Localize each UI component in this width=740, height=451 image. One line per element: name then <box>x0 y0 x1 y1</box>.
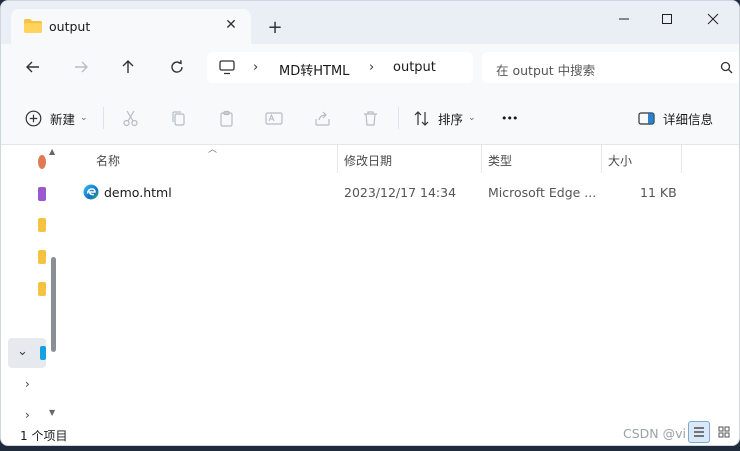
sort-ascending-icon: ︿ <box>208 145 218 155</box>
address-row: › MD转HTML › output 在 output 中搜索 <box>1 44 739 93</box>
refresh-icon <box>171 60 183 73</box>
folder-icon[interactable] <box>38 282 46 296</box>
chevron-right-icon[interactable]: › <box>25 377 30 391</box>
clipboard-icon <box>220 110 233 127</box>
new-tab-button[interactable]: + <box>263 15 287 39</box>
scroll-up-arrow[interactable]: ▲ <box>49 147 55 156</box>
cut-button[interactable] <box>122 106 139 130</box>
arrow-right-icon <box>75 61 88 73</box>
up-button[interactable] <box>113 54 143 80</box>
sort-icon <box>414 110 429 126</box>
refresh-button[interactable] <box>162 54 192 80</box>
divider <box>398 107 399 129</box>
column-header-row: ︿ 名称 修改日期 类型 大小 <box>64 145 739 173</box>
forward-button[interactable] <box>66 54 96 80</box>
column-divider[interactable] <box>601 145 602 173</box>
new-button-label: 新建 <box>50 111 76 127</box>
tab-output[interactable]: output ✕ <box>11 9 251 44</box>
nav-item-icon[interactable] <box>38 155 46 169</box>
folder-icon[interactable] <box>38 218 46 232</box>
sort-button-label: 排序 <box>438 111 464 127</box>
tab-title: output <box>49 19 91 34</box>
maximize-button[interactable] <box>647 6 687 32</box>
watermark: CSDN @vi <box>623 426 686 441</box>
search-icon <box>720 61 733 74</box>
rename-icon <box>265 111 283 125</box>
nav-item-icon[interactable] <box>38 187 46 201</box>
chevron-right-icon[interactable]: › <box>25 408 30 422</box>
file-name[interactable]: demo.html <box>104 185 172 200</box>
edge-html-icon <box>83 184 99 200</box>
sort-button[interactable]: 排序 ⌄ <box>413 106 476 130</box>
paste-button[interactable] <box>218 106 235 130</box>
trash-icon <box>364 110 377 126</box>
copy-button[interactable] <box>170 106 187 130</box>
file-modified: 2023/12/17 14:34 <box>344 185 457 200</box>
chevron-down-icon[interactable]: ⌄ <box>17 344 28 359</box>
details-view-button[interactable] <box>688 421 710 443</box>
search-placeholder[interactable]: 在 output 中搜索 <box>496 60 595 79</box>
folder-icon[interactable] <box>38 250 46 264</box>
file-type: Microsoft Edge ... <box>488 185 597 200</box>
column-divider[interactable] <box>681 145 682 173</box>
maximize-icon <box>662 14 672 24</box>
breadcrumb-md2html[interactable]: MD转HTML <box>279 60 349 79</box>
column-header-type[interactable]: 类型 <box>488 152 512 169</box>
folder-icon <box>24 19 42 33</box>
details-pane-icon <box>638 111 655 125</box>
nav-scrollbar[interactable]: ▲ ▼ <box>49 145 61 421</box>
scroll-down-arrow[interactable]: ▼ <box>49 408 55 417</box>
chevron-down-icon: ⌄ <box>468 113 476 123</box>
close-icon <box>707 13 719 25</box>
details-pane-button[interactable]: 详细信息 <box>638 106 713 130</box>
title-bar: output ✕ + <box>1 1 739 44</box>
content-area: ⌄ › › ▲ ▼ ︿ 名称 修改日期 类型 大小 demo.html 2023… <box>1 145 739 422</box>
table-row[interactable]: demo.html 2023/12/17 14:34 Microsoft Edg… <box>64 177 739 207</box>
minimize-button[interactable] <box>604 6 644 32</box>
arrow-up-icon <box>122 60 134 73</box>
address-bar[interactable]: › MD转HTML › output <box>207 52 473 83</box>
details-view-icon <box>694 427 704 437</box>
arrow-left-icon <box>26 61 39 73</box>
chevron-down-icon: ⌄ <box>80 113 88 123</box>
tiles-view-button[interactable] <box>713 421 735 443</box>
column-divider[interactable] <box>481 145 482 173</box>
add-circle-icon <box>25 110 42 126</box>
divider <box>103 107 104 129</box>
close-tab-icon[interactable]: ✕ <box>221 15 241 35</box>
close-window-button[interactable] <box>693 6 733 32</box>
file-size: 11 KB <box>640 185 677 200</box>
column-header-size[interactable]: 大小 <box>608 152 632 169</box>
this-pc-icon <box>219 60 235 75</box>
tiles-view-icon <box>718 426 730 438</box>
share-icon <box>315 111 330 126</box>
chevron-right-icon[interactable]: › <box>253 60 258 75</box>
details-pane-label: 详细信息 <box>663 111 714 127</box>
status-bar: 1 个项目 CSDN @vi <box>1 421 739 445</box>
rename-button[interactable] <box>265 106 283 130</box>
file-explorer-window: output ✕ + › MD转HTML › output 在 output 中… <box>0 0 740 446</box>
chevron-right-icon[interactable]: › <box>369 60 374 75</box>
delete-button[interactable] <box>362 106 379 130</box>
column-header-modified[interactable]: 修改日期 <box>344 152 392 169</box>
column-header-name[interactable]: 名称 <box>96 152 120 169</box>
breadcrumb-output[interactable]: output <box>393 60 436 75</box>
desktop-background <box>0 446 740 451</box>
item-count: 1 个项目 <box>20 429 68 443</box>
more-options-button[interactable]: ••• <box>501 106 518 130</box>
column-divider[interactable] <box>337 145 338 173</box>
scroll-thumb[interactable] <box>51 257 56 352</box>
back-button[interactable] <box>18 54 48 80</box>
copy-icon <box>172 110 185 126</box>
new-button[interactable]: 新建 ⌄ <box>25 106 88 130</box>
this-pc-icon <box>40 346 46 360</box>
share-button[interactable] <box>314 106 331 130</box>
navigation-pane: ⌄ › › ▲ ▼ <box>1 145 64 422</box>
minimize-icon <box>619 18 629 20</box>
search-box[interactable]: 在 output 中搜索 <box>482 52 739 83</box>
command-bar: 新建 ⌄ 排序 ⌄ ••• 详细信息 <box>1 93 739 145</box>
scissors-icon <box>123 110 138 126</box>
